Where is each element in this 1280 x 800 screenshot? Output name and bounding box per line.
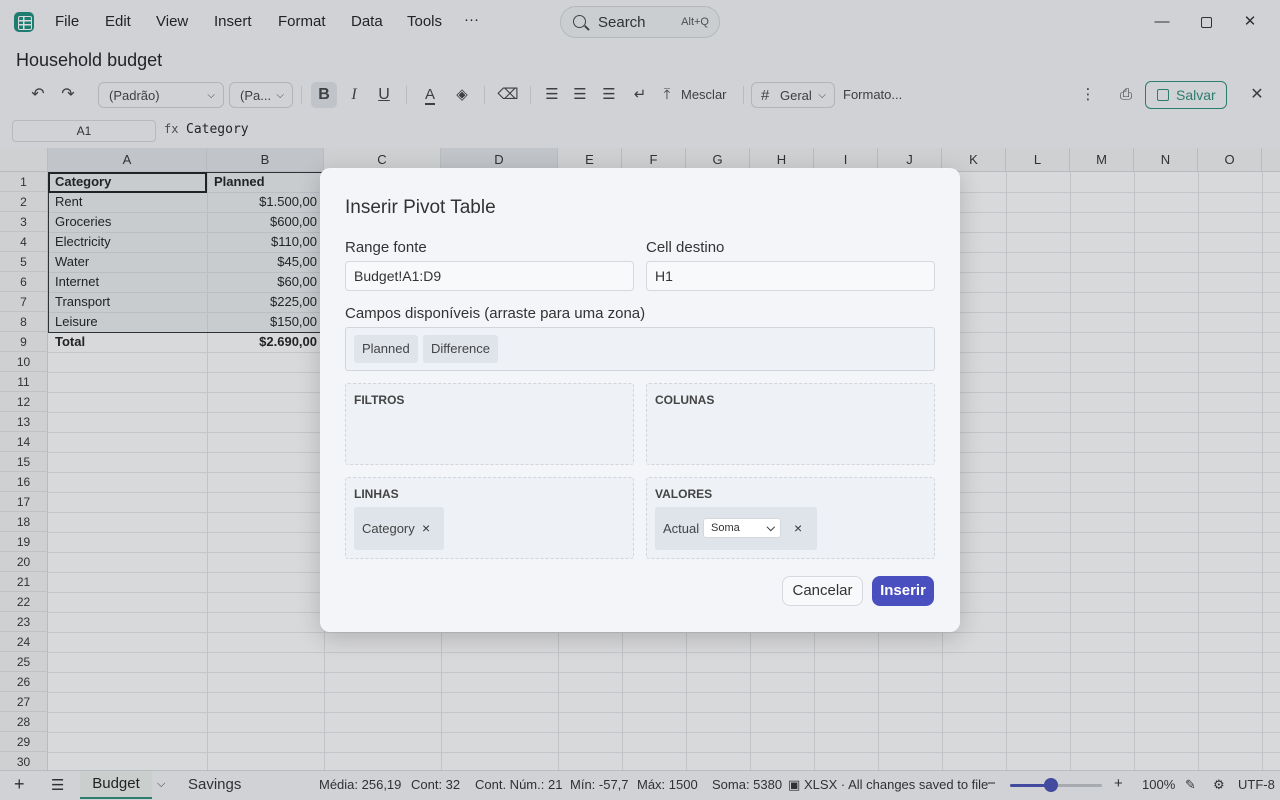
filters-zone-label: FILTROS xyxy=(354,393,405,407)
remove-chip-icon[interactable]: × xyxy=(422,507,430,550)
dialog-title: Inserir Pivot Table xyxy=(345,197,496,218)
remove-chip-icon[interactable]: × xyxy=(794,507,802,550)
destination-cell-input[interactable]: H1 xyxy=(646,261,935,291)
values-zone-label: VALORES xyxy=(655,487,713,501)
field-chip-difference[interactable]: Difference xyxy=(423,335,499,363)
chevron-down-icon: ⌵ xyxy=(766,522,775,534)
rows-chip-category[interactable]: Category × xyxy=(354,507,444,550)
values-chip-actual[interactable]: Actual Soma ⌵ × xyxy=(655,507,817,550)
source-range-input[interactable]: Budget!A1:D9 xyxy=(345,261,634,291)
destination-cell-label: Cell destino xyxy=(646,239,725,256)
available-fields-zone[interactable]: Planned Difference xyxy=(345,327,935,371)
rows-chip-label: Category xyxy=(362,521,415,536)
filters-zone[interactable]: FILTROS xyxy=(345,383,634,465)
field-chip-planned[interactable]: Planned xyxy=(354,335,418,363)
source-range-label: Range fonte xyxy=(345,239,427,256)
aggregation-value: Soma xyxy=(711,522,740,534)
pivot-table-dialog: Inserir Pivot Table Range fonte Budget!A… xyxy=(320,168,960,632)
cancel-button[interactable]: Cancelar xyxy=(782,576,863,606)
rows-zone-label: LINHAS xyxy=(354,487,399,501)
available-fields-label: Campos disponíveis (arraste para uma zon… xyxy=(345,305,646,322)
aggregation-select[interactable]: Soma ⌵ xyxy=(703,518,781,538)
values-chip-label: Actual xyxy=(663,521,700,536)
columns-zone-label: COLUNAS xyxy=(655,393,715,407)
insert-button[interactable]: Inserir xyxy=(872,576,934,606)
columns-zone[interactable]: COLUNAS xyxy=(646,383,935,465)
rows-zone[interactable]: LINHAS Category × xyxy=(345,477,634,559)
values-zone[interactable]: VALORES Actual Soma ⌵ × xyxy=(646,477,935,559)
